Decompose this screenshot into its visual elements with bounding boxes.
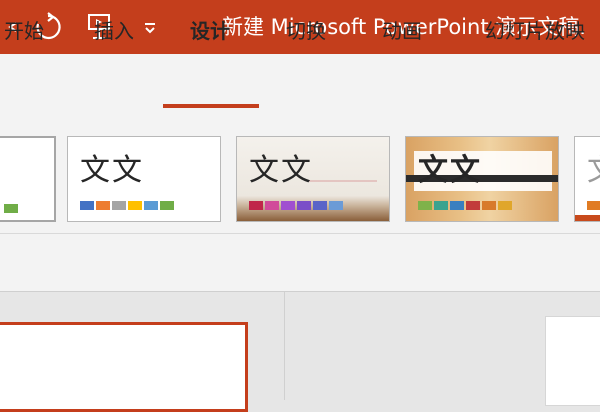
tab-transitions[interactable]: 切换 <box>274 0 338 62</box>
color-swatch <box>80 201 94 210</box>
color-swatch <box>128 201 142 210</box>
color-swatch <box>329 201 343 210</box>
color-swatch <box>418 201 432 210</box>
color-swatch <box>96 201 110 210</box>
color-swatch <box>313 201 327 210</box>
theme-thumbnail-wood[interactable]: 文文 <box>405 136 559 222</box>
color-swatch <box>466 201 480 210</box>
theme-sample-text: 文 <box>587 145 600 189</box>
color-swatch <box>265 201 279 210</box>
theme-accent-bar <box>575 215 600 221</box>
slide-canvas[interactable] <box>545 316 600 406</box>
color-swatch <box>297 201 311 210</box>
ribbon-lower-area <box>0 234 600 292</box>
color-swatch <box>4 204 18 213</box>
theme-sample-text: 文文 <box>418 153 482 188</box>
color-swatch <box>144 201 158 210</box>
theme-sample-text: 文文 <box>249 153 313 188</box>
color-swatch <box>450 201 464 210</box>
tab-animations[interactable]: 动画 <box>370 0 434 62</box>
color-swatch <box>434 201 448 210</box>
color-swatch <box>482 201 496 210</box>
color-swatch <box>112 201 126 210</box>
color-swatch <box>498 201 512 210</box>
color-swatch <box>249 201 263 210</box>
theme-thumbnail-partial[interactable]: 文 <box>574 136 600 222</box>
active-tab-indicator <box>163 104 259 108</box>
color-swatch <box>587 201 600 210</box>
pane-divider[interactable] <box>284 292 285 400</box>
tab-design[interactable]: 设计 <box>178 0 242 62</box>
theme-thumbnail-current[interactable] <box>0 136 56 222</box>
color-swatch <box>281 201 295 210</box>
theme-thumbnail-paper[interactable]: 文文 <box>236 136 390 222</box>
color-swatch <box>160 201 174 210</box>
tab-insert[interactable]: 插入 <box>82 0 146 62</box>
theme-thumbnail-office[interactable]: 文文 <box>67 136 221 222</box>
tab-home[interactable]: 开始 <box>0 0 52 62</box>
slide-thumbnail[interactable] <box>0 322 248 412</box>
theme-sample-text: 文文 <box>80 153 144 188</box>
tab-slideshow[interactable]: 幻灯片放映 <box>470 0 600 62</box>
ribbon-tabs <box>0 54 600 116</box>
